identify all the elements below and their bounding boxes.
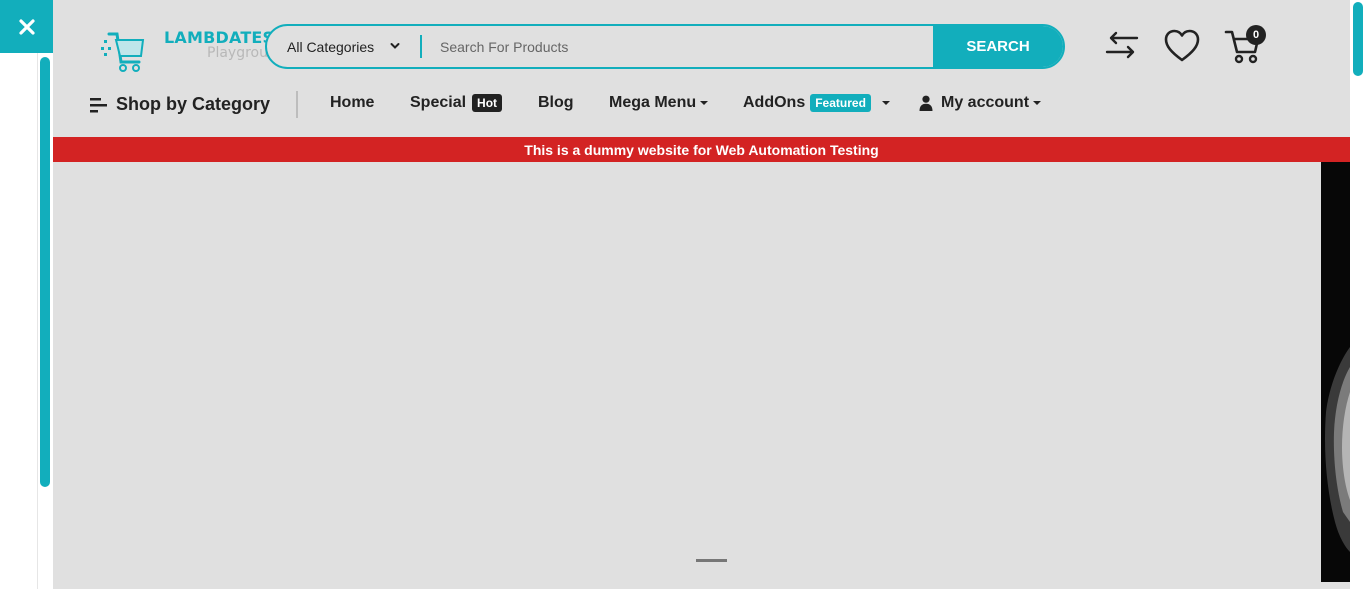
- announcement-banner: This is a dummy website for Web Automati…: [53, 137, 1350, 162]
- announcement-text: This is a dummy website for Web Automati…: [524, 141, 879, 158]
- search-input[interactable]: [420, 26, 933, 67]
- site-logo[interactable]: LAMBDATEST Playground: [99, 24, 286, 74]
- page-viewport: LAMBDATEST Playground All Categories SEA…: [53, 0, 1350, 589]
- hero-carousel[interactable]: [53, 162, 1350, 589]
- nav-divider: [296, 91, 298, 118]
- user-icon: [919, 95, 933, 111]
- main-nav: Shop by Category Home Special Hot Blog M…: [53, 80, 1350, 130]
- cart-count-badge: 0: [1246, 25, 1266, 45]
- shop-by-category-button[interactable]: Shop by Category: [90, 94, 270, 115]
- close-overlay-button[interactable]: [0, 0, 53, 53]
- nav-item-mega-menu[interactable]: Mega Menu: [609, 94, 709, 112]
- chevron-down-icon: [390, 43, 400, 49]
- hot-badge: Hot: [472, 94, 503, 112]
- nav-item-label: My account: [941, 94, 1030, 111]
- menu-icon: [90, 97, 107, 112]
- caret-down-icon: [1033, 101, 1042, 105]
- caret-down-icon: [881, 101, 890, 105]
- wishlist-heart-icon[interactable]: [1163, 28, 1201, 64]
- nav-item-special[interactable]: Special Hot: [410, 94, 503, 112]
- nav-item-label: Special: [410, 94, 467, 111]
- left-scrollbar-thumb[interactable]: [40, 57, 50, 487]
- category-select[interactable]: All Categories: [267, 26, 420, 67]
- search-divider: [420, 35, 422, 58]
- nav-item-home[interactable]: Home: [330, 94, 374, 112]
- cart-logo-icon: [101, 32, 145, 72]
- nav-item-label: Mega Menu: [609, 94, 697, 111]
- search-button[interactable]: SEARCH: [933, 26, 1063, 67]
- nav-item-label: AddOns: [743, 94, 806, 111]
- carousel-next-slide-image: [1321, 162, 1350, 582]
- right-scrollbar-thumb[interactable]: [1353, 2, 1363, 76]
- carousel-indicator[interactable]: [696, 559, 727, 562]
- category-select-label: All Categories: [287, 38, 375, 55]
- search-bar: All Categories SEARCH: [265, 24, 1065, 69]
- compare-icon[interactable]: [1103, 30, 1141, 62]
- nav-item-addons[interactable]: AddOns Featured: [743, 94, 890, 112]
- nav-item-blog[interactable]: Blog: [538, 94, 574, 112]
- shop-by-category-label: Shop by Category: [116, 94, 271, 114]
- close-icon: [18, 18, 35, 35]
- featured-badge: Featured: [810, 94, 871, 112]
- nav-item-my-account[interactable]: My account: [919, 94, 1042, 112]
- nav-item-label: Blog: [538, 94, 574, 111]
- right-scroll-track: [1350, 0, 1366, 589]
- nav-item-label: Home: [330, 94, 375, 111]
- slide-image: [1321, 162, 1350, 582]
- caret-down-icon: [700, 101, 709, 105]
